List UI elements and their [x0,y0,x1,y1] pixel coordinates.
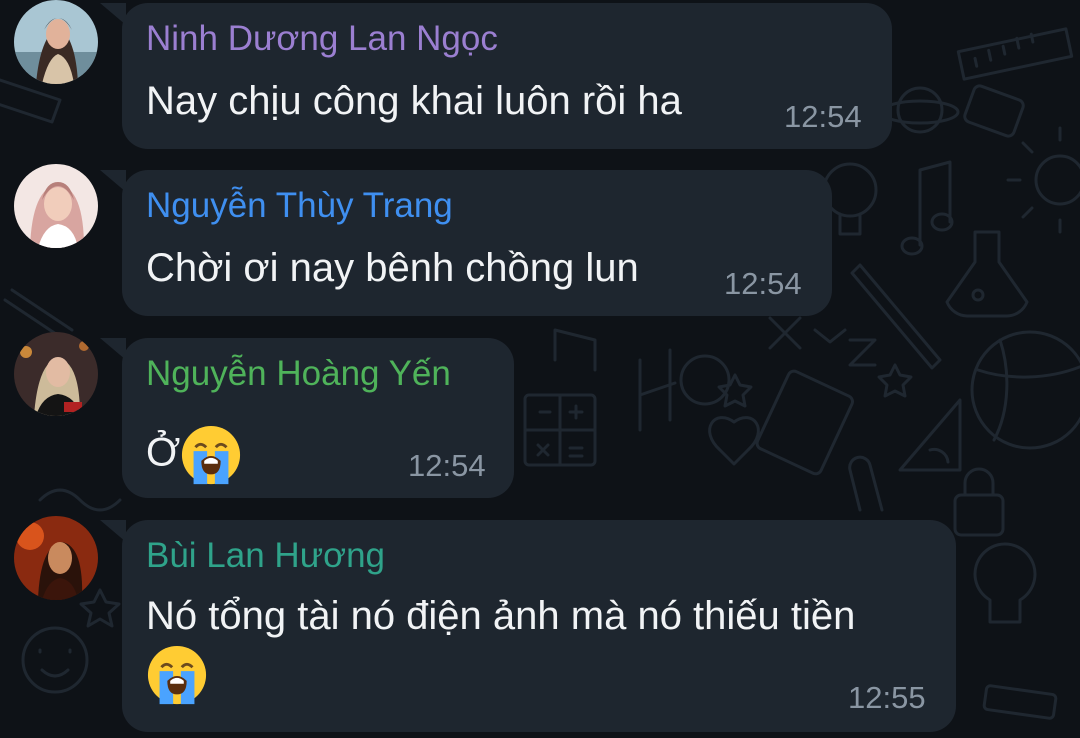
avatar[interactable] [14,164,98,248]
avatar-photo-icon [14,164,98,248]
loudly-crying-face-icon [182,425,241,485]
avatar[interactable] [14,516,98,600]
avatar[interactable] [14,332,98,416]
message-time: 12:54 [724,266,802,301]
message-time: 12:55 [848,680,926,715]
loudly-crying-face-icon [147,645,207,705]
message-time: 12:54 [408,448,486,483]
avatar[interactable] [14,0,98,84]
avatar-photo-icon [14,332,98,416]
avatar-photo-icon [14,516,98,600]
sender-name[interactable]: Bùi Lan Hương [146,536,385,576]
message-text: Nó tổng tài nó điện ảnh mà nó thiếu tiền [146,594,856,638]
message-bubble[interactable]: Nguyễn Hoàng Yến Ở 12:54 [122,338,514,498]
message-text: Chời ơi nay bênh chồng lun [146,246,639,290]
avatar-photo-icon [14,0,98,84]
message-text: Ở [146,424,242,486]
message-time: 12:54 [784,99,862,134]
message-bubble[interactable]: Ninh Dương Lan Ngọc Nay chịu công khai l… [122,3,892,149]
sender-name[interactable]: Ninh Dương Lan Ngọc [146,19,498,59]
sender-name[interactable]: Nguyễn Thùy Trang [146,186,453,226]
message-text: Nay chịu công khai luôn rồi ha [146,79,682,123]
message-text-content: Ở [146,430,181,475]
message-bubble[interactable]: Bùi Lan Hương Nó tổng tài nó điện ảnh mà… [122,520,956,732]
message-bubble[interactable]: Nguyễn Thùy Trang Chời ơi nay bênh chồng… [122,170,832,316]
sender-name[interactable]: Nguyễn Hoàng Yến [146,354,451,394]
